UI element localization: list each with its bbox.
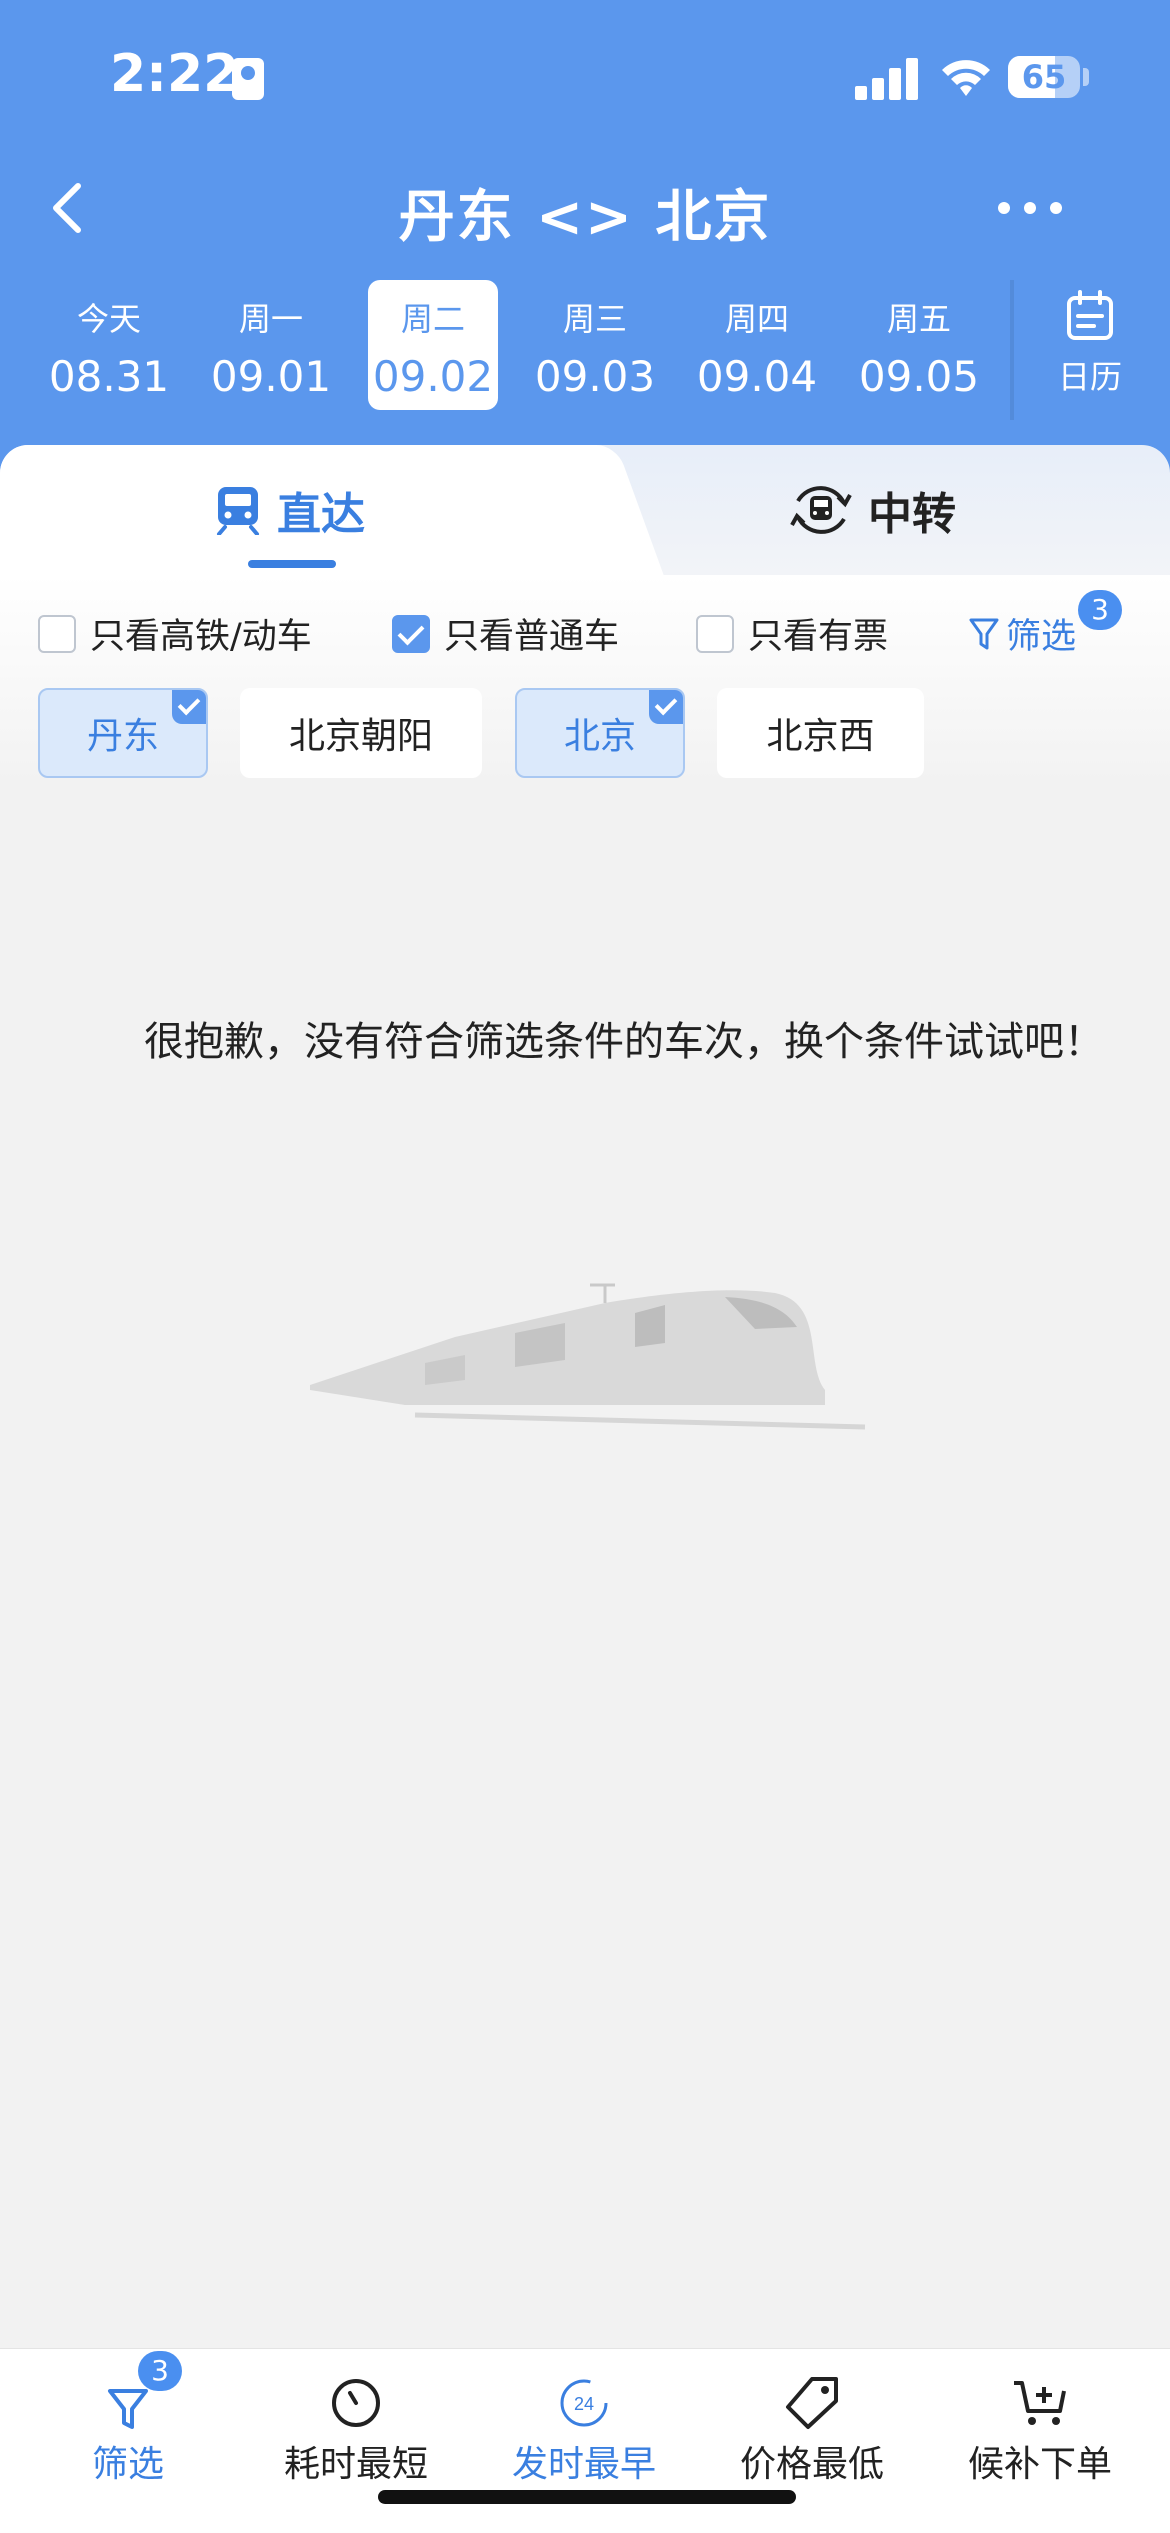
checkbox-checked[interactable] xyxy=(392,614,430,653)
date-item-fri[interactable]: 周五 09.05 xyxy=(854,280,984,410)
empty-state-message: 很抱歉，没有符合筛选条件的车次，换个条件试试吧！ xyxy=(144,1019,1104,1065)
station-chip-beijing[interactable]: 北京 xyxy=(515,688,685,778)
waitlist-order-label: 候补下单 xyxy=(967,2444,1112,2485)
bottom-filter-badge: 3 xyxy=(138,2351,182,2391)
wifi-icon xyxy=(942,60,990,96)
check-icon xyxy=(649,690,683,724)
date-value: 09.04 xyxy=(696,352,818,401)
date-item-mon[interactable]: 周一 09.01 xyxy=(206,280,336,410)
calendar-icon xyxy=(1067,290,1113,340)
date-weekday: 周一 xyxy=(238,300,303,338)
filter-has-ticket-label: 只看有票 xyxy=(748,617,889,657)
more-icon[interactable] xyxy=(990,178,1070,238)
funnel-icon xyxy=(969,618,999,649)
date-item-wed[interactable]: 周三 09.03 xyxy=(530,280,660,410)
filter-high-speed-label: 只看高铁/动车 xyxy=(90,617,312,657)
bottom-filter-label: 筛选 xyxy=(91,2444,164,2485)
cellular-signal-icon xyxy=(855,58,919,100)
train-front-icon xyxy=(217,487,259,535)
date-selector: 今天 08.31 周一 09.01 周二 09.02 周三 09.03 周四 0… xyxy=(0,280,1000,420)
sort-shortest-label: 耗时最短 xyxy=(283,2444,428,2485)
route-tabs: 直达 中转 xyxy=(0,445,1170,575)
date-weekday: 周五 xyxy=(886,300,951,338)
checkbox[interactable] xyxy=(696,614,734,653)
battery-icon: 65 xyxy=(1008,56,1080,98)
tab-direct[interactable]: 直达 xyxy=(215,445,365,575)
station-chip-beijing-chaoyang[interactable]: 北京朝阳 xyxy=(240,688,482,778)
sort-lowest-price-label: 价格最低 xyxy=(739,2444,884,2485)
date-value: 09.05 xyxy=(858,352,980,401)
calendar-button[interactable]: 日历 xyxy=(1030,290,1150,410)
price-tag-icon xyxy=(786,2377,838,2429)
station-chip-dandong[interactable]: 丹东 xyxy=(38,688,208,778)
timer-icon xyxy=(332,2379,380,2427)
checkbox[interactable] xyxy=(38,614,76,653)
date-item-tue-selected[interactable]: 周二 09.02 xyxy=(368,280,498,410)
clock-24-text: 24 xyxy=(574,2394,594,2414)
tab-transfer[interactable]: 中转 xyxy=(790,445,956,575)
contact-card-icon xyxy=(232,58,264,100)
status-time: 2:22 xyxy=(110,44,240,104)
check-icon xyxy=(172,690,206,724)
date-weekday: 周二 xyxy=(400,300,465,338)
date-weekday: 周四 xyxy=(724,300,789,338)
tab-active-indicator xyxy=(248,560,336,568)
cart-plus-icon xyxy=(1014,2381,1066,2425)
quick-filters: 只看高铁/动车 只看普通车 只看有票 筛选 3 xyxy=(0,590,1170,660)
filter-high-speed[interactable]: 只看高铁/动车 xyxy=(38,608,312,659)
battery-level: 65 xyxy=(1021,58,1067,96)
calendar-divider xyxy=(1010,280,1014,420)
date-weekday: 今天 xyxy=(76,300,141,338)
status-bar: 2:22 65 xyxy=(0,0,1170,150)
date-value: 09.03 xyxy=(534,352,656,401)
sort-earliest-label: 发时最早 xyxy=(511,2444,656,2485)
sort-earliest-departure[interactable]: 24 发时最早 xyxy=(474,2349,694,2489)
transfer-icon xyxy=(790,486,852,534)
home-indicator xyxy=(378,2490,796,2504)
station-chip-label: 丹东 xyxy=(86,716,159,757)
filter-count-badge: 3 xyxy=(1078,590,1122,630)
station-chip-beijing-west[interactable]: 北京西 xyxy=(717,688,924,778)
date-value: 08.31 xyxy=(48,352,170,401)
date-item-today[interactable]: 今天 08.31 xyxy=(44,280,174,410)
tab-direct-label: 直达 xyxy=(277,489,365,540)
filter-button-label: 筛选 xyxy=(1006,617,1077,657)
station-chip-label: 北京 xyxy=(563,716,636,757)
filter-has-ticket[interactable]: 只看有票 xyxy=(696,608,888,659)
header: 2:22 65 丹东 <> 北京 今天 08.31 周一 09.01 周二 09… xyxy=(0,0,1170,480)
date-value: 09.01 xyxy=(210,352,332,401)
tab-transfer-label: 中转 xyxy=(868,489,956,540)
sort-lowest-price[interactable]: 价格最低 xyxy=(702,2349,922,2489)
clock-24-icon: 24 xyxy=(560,2379,608,2427)
bottom-filter-button[interactable]: 3 筛选 xyxy=(18,2349,238,2489)
filter-button[interactable]: 筛选 xyxy=(968,608,1076,659)
station-chip-label: 北京朝阳 xyxy=(288,716,433,757)
date-item-thu[interactable]: 周四 09.04 xyxy=(692,280,822,410)
nav-bar: 丹东 <> 北京 xyxy=(0,160,1170,250)
train-illustration-icon xyxy=(310,1283,866,1430)
calendar-label: 日历 xyxy=(1057,358,1122,396)
station-chip-label: 北京西 xyxy=(766,716,875,757)
filter-normal-train-label: 只看普通车 xyxy=(444,617,620,657)
sort-shortest-duration[interactable]: 耗时最短 xyxy=(246,2349,466,2489)
station-chips: 丹东 北京朝阳 北京 北京西 xyxy=(0,688,1170,782)
bottom-sort-bar: 3 筛选 耗时最短 24 发时最早 价格最低 候补下单 xyxy=(0,2348,1170,2533)
battery-nub xyxy=(1083,68,1089,86)
date-weekday: 周三 xyxy=(562,300,627,338)
filter-normal-train[interactable]: 只看普通车 xyxy=(392,608,619,659)
date-value: 09.02 xyxy=(372,352,494,401)
waitlist-order-button[interactable]: 候补下单 xyxy=(930,2349,1150,2489)
